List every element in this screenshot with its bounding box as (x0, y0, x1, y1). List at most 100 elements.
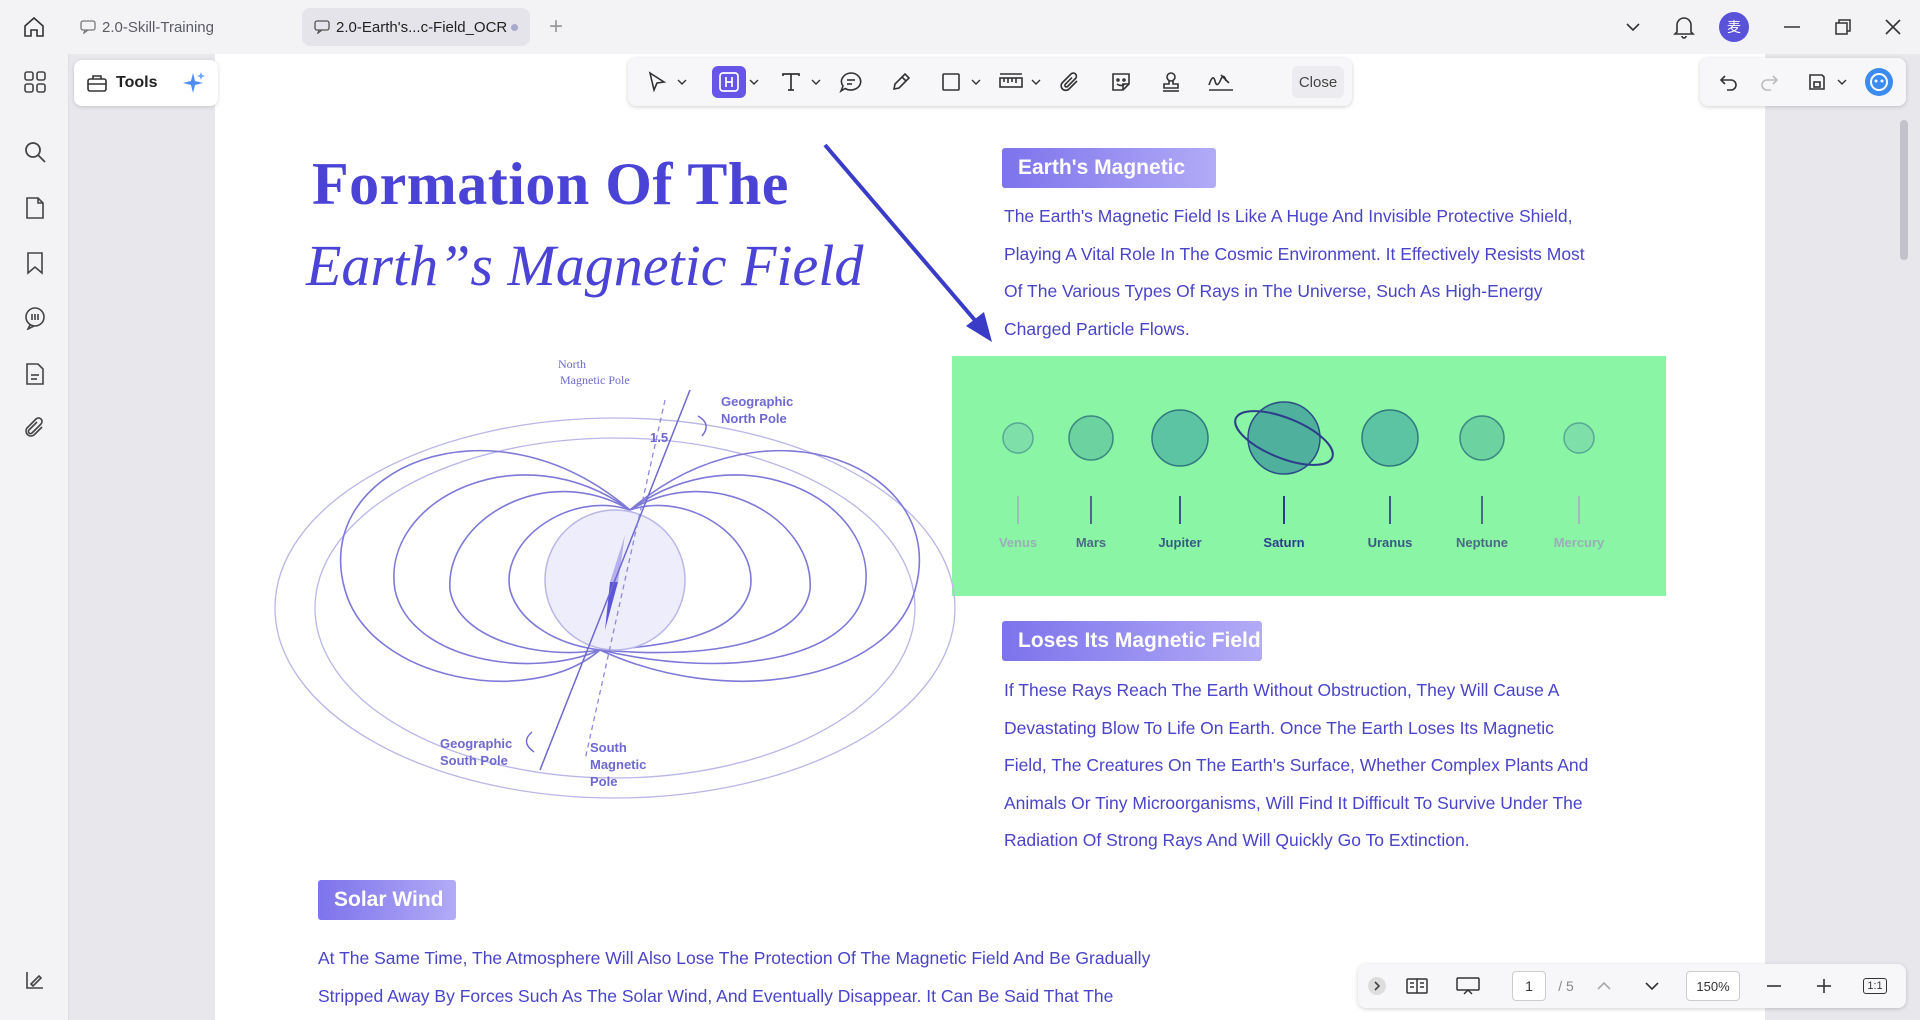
tab-earth-magnetic-field[interactable]: 2.0-Earth's...c-Field_OCR (302, 8, 530, 46)
rectangle-icon[interactable] (934, 66, 968, 98)
grid-apps-icon[interactable] (19, 66, 51, 98)
text-line: If These Rays Reach The Earth Without Ob… (1004, 680, 1560, 700)
toolbox-icon (87, 75, 107, 92)
close-toolbar-button[interactable]: Close (1292, 66, 1344, 98)
highlight-icon[interactable] (712, 66, 746, 98)
planet-label: Neptune (1456, 535, 1508, 550)
planet-label: Uranus (1368, 535, 1413, 550)
chevron-down-icon[interactable] (1836, 74, 1848, 90)
select-pointer-icon[interactable] (640, 66, 674, 98)
chevron-down-icon[interactable] (1616, 12, 1650, 42)
geographic-south-pole-label: Geographic (440, 736, 512, 751)
page-number-input[interactable]: 1 (1512, 971, 1546, 1001)
arrow-annotation[interactable] (820, 140, 1000, 350)
chevron-down-icon[interactable] (810, 74, 822, 90)
undo-icon[interactable] (1712, 66, 1746, 98)
signature-icon[interactable] (1204, 66, 1238, 98)
history-toolbar (1700, 58, 1906, 106)
unsaved-dot-icon (511, 23, 518, 31)
text-line: Playing A Vital Role In The Cosmic Envir… (1004, 243, 1585, 264)
redo-icon[interactable] (1752, 66, 1786, 98)
ai-sparkle-icon[interactable] (180, 70, 206, 96)
planet-label: Saturn (1263, 535, 1304, 550)
tab-skill-training[interactable]: 2.0-Skill-Training (68, 8, 296, 46)
tab-label: 2.0-Skill-Training (102, 18, 214, 36)
chevron-down-icon[interactable] (676, 74, 688, 90)
planet-saturn (1234, 401, 1334, 524)
pencil-icon[interactable] (884, 66, 918, 98)
geographic-south-pole-label: South Pole (440, 753, 508, 768)
section3-paragraph: At The Same Time, The Atmosphere Will Al… (318, 940, 1150, 1015)
south-magnetic-pole-label: Magnetic (590, 757, 646, 772)
new-tab-icon[interactable]: + (544, 12, 568, 42)
tab-label: 2.0-Earth's...c-Field_OCR (336, 18, 508, 36)
section-heading-earths-magnetic: Earth's Magnetic (1002, 148, 1216, 188)
left-rail (0, 54, 68, 1020)
planet-label: Mercury (1554, 535, 1605, 550)
ai-assistant-icon[interactable] (1862, 66, 1896, 98)
vertical-scrollbar[interactable] (1900, 120, 1908, 260)
page-navigation-bar: 1 / 5 150% 1:1 (1358, 964, 1906, 1008)
text-tool-icon[interactable] (774, 66, 808, 98)
planet-venus (1002, 422, 1034, 524)
actual-size-label: 1:1 (1863, 978, 1887, 994)
bookmark-icon[interactable] (19, 247, 51, 279)
minimize-icon[interactable] (1775, 12, 1809, 42)
actual-size-button[interactable]: 1:1 (1860, 971, 1890, 1001)
magnetic-field-diagram: North Magnetic Pole Geographic North Pol… (274, 357, 956, 799)
planets-graphic: Venus Mars Jupiter Saturn Uranus Neptune… (999, 401, 1605, 550)
zoom-out-icon[interactable] (1762, 971, 1786, 1001)
search-icon[interactable] (19, 136, 51, 168)
sticker-icon[interactable] (1104, 66, 1138, 98)
planet-mercury (1563, 422, 1595, 524)
attachment-icon[interactable] (1054, 66, 1088, 98)
annotation-toolbar: Close (628, 58, 1352, 106)
planet-label: Venus (999, 535, 1037, 550)
zoom-in-icon[interactable] (1812, 971, 1836, 1001)
page-total: / 5 (1558, 978, 1574, 994)
chevron-down-icon[interactable] (970, 74, 982, 90)
stamp-icon[interactable] (1154, 66, 1188, 98)
planets-image[interactable]: Venus Mars Jupiter Saturn Uranus Neptune… (952, 356, 1666, 596)
text-line: At The Same Time, The Atmosphere Will Al… (318, 948, 1151, 968)
text-line: Of The Various Types Of Rays in The Univ… (1004, 281, 1543, 301)
text-line: Field, The Creatures On The Earth's Surf… (1004, 755, 1589, 775)
save-icon[interactable] (1800, 66, 1834, 98)
comment-icon[interactable] (834, 66, 868, 98)
avatar[interactable]: 麦 (1719, 12, 1749, 42)
planet-label: Jupiter (1158, 535, 1201, 550)
page-thumbnail-icon[interactable] (19, 192, 51, 224)
bell-icon[interactable] (1667, 12, 1701, 42)
planet-label: Mars (1076, 535, 1106, 550)
sidebar-settings-icon[interactable] (19, 964, 51, 996)
home-icon[interactable] (18, 12, 50, 42)
title-bar: 2.0-Skill-Training 2.0-Earth's...c-Field… (0, 0, 1920, 54)
section-heading-solar-wind: Solar Wind (318, 880, 456, 920)
reading-mode-icon[interactable] (1402, 971, 1432, 1001)
comment-icon[interactable] (19, 302, 51, 334)
text-line: The Earth's Magnetic Field Is Like A Hug… (1004, 206, 1573, 226)
planet-jupiter (1151, 409, 1209, 524)
section1-paragraph: The Earth's Magnetic Field Is Like A Hug… (1004, 198, 1585, 348)
form-icon[interactable] (19, 358, 51, 390)
south-magnetic-pole-label: Pole (590, 774, 617, 789)
zoom-level[interactable]: 150% (1686, 971, 1740, 1001)
measure-icon[interactable] (994, 66, 1028, 98)
tools-button[interactable]: Tools (74, 60, 218, 106)
collapse-arrow-icon[interactable] (1366, 971, 1388, 1001)
tools-label: Tools (116, 74, 158, 91)
section2-paragraph: If These Rays Reach The Earth Without Ob… (1004, 672, 1588, 860)
attachment-icon[interactable] (19, 412, 51, 444)
chevron-down-icon[interactable] (1030, 74, 1042, 90)
comment-icon (314, 20, 330, 34)
chevron-down-icon[interactable] (1640, 971, 1664, 1001)
restore-icon[interactable] (1826, 12, 1860, 42)
presentation-icon[interactable] (1452, 971, 1484, 1001)
planet-mars (1068, 415, 1114, 524)
chevron-up-icon[interactable] (1592, 971, 1616, 1001)
angle-label: 1.5 (650, 430, 668, 445)
section-heading-loses-magnetic-field: Loses Its Magnetic Field (1002, 621, 1262, 661)
text-line: Charged Particle Flows. (1004, 318, 1190, 339)
chevron-down-icon[interactable] (748, 74, 760, 90)
close-icon[interactable] (1876, 12, 1910, 42)
